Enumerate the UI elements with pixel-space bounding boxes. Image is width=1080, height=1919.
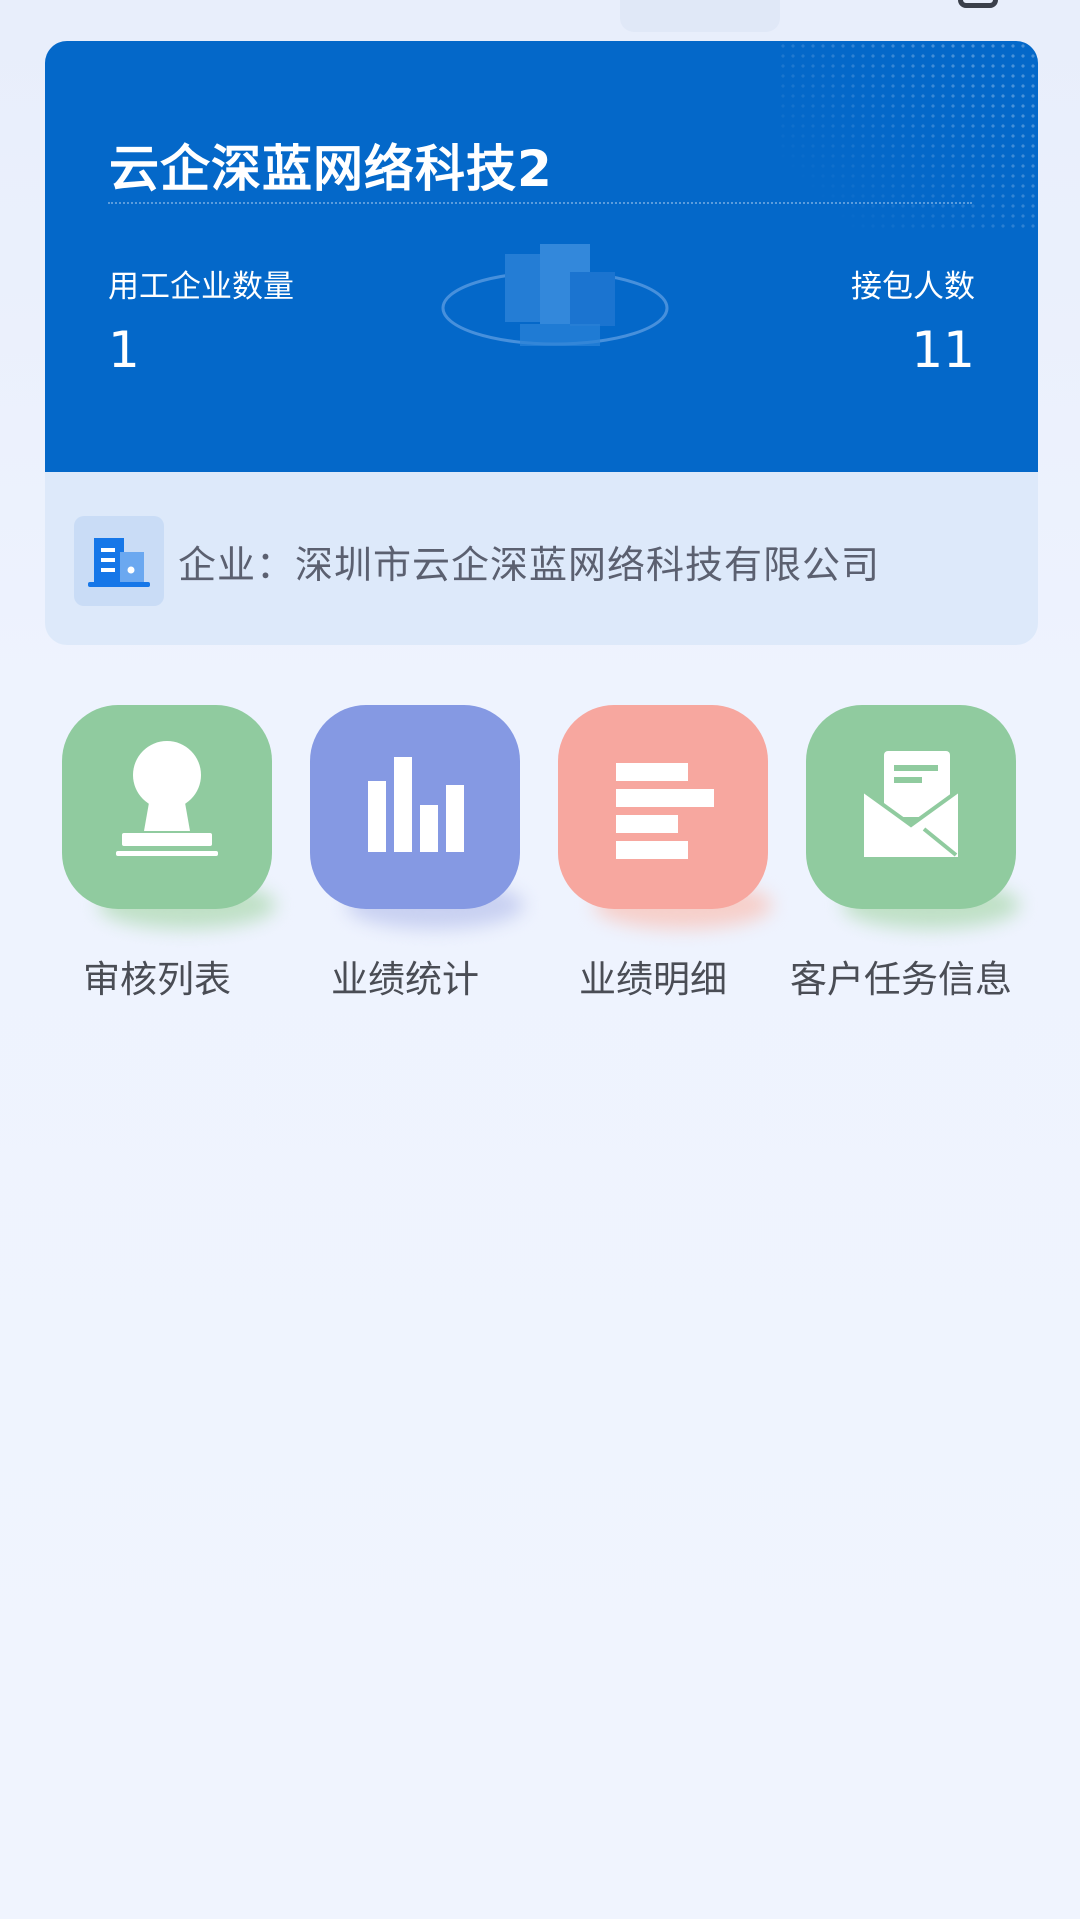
bar-chart-icon bbox=[310, 705, 520, 909]
list-bars-icon bbox=[558, 705, 768, 909]
title-divider bbox=[108, 202, 972, 204]
stamp-icon bbox=[62, 705, 272, 909]
employer-count-value: 1 bbox=[108, 321, 140, 379]
building-icon bbox=[74, 516, 164, 606]
menu-item-performance-stats[interactable]: 业绩统计 bbox=[290, 705, 530, 1005]
menu-label-review-list: 审核列表 bbox=[83, 958, 231, 1001]
company-title: 云企深蓝网络科技2 bbox=[109, 140, 553, 198]
header-decoration bbox=[620, 0, 780, 32]
menu-label-performance-details: 业绩明细 bbox=[579, 958, 727, 1001]
menu-label-customer-task-info: 客户任务信息 bbox=[790, 958, 1012, 1001]
employer-count-label: 用工企业数量 bbox=[108, 269, 294, 305]
contractor-count-label: 接包人数 bbox=[851, 269, 975, 305]
menu-item-customer-task-info[interactable]: 客户任务信息 bbox=[786, 705, 1026, 1005]
menu-item-performance-details[interactable]: 业绩明细 bbox=[538, 705, 778, 1005]
envelope-icon bbox=[806, 705, 1016, 909]
building-illustration-icon bbox=[441, 244, 669, 346]
menu-item-review-list[interactable]: 审核列表 bbox=[42, 705, 282, 1005]
menu-label-performance-stats: 业绩统计 bbox=[331, 958, 479, 1001]
company-card: 云企深蓝网络科技2 用工企业数量 1 接包人数 11 企业：深圳市云企深蓝网络科… bbox=[45, 41, 1038, 645]
top-corner-icon[interactable] bbox=[958, 0, 998, 8]
contractor-count-value: 11 bbox=[911, 321, 975, 379]
company-card-header: 云企深蓝网络科技2 用工企业数量 1 接包人数 11 bbox=[45, 41, 1038, 472]
company-name: 企业：深圳市云企深蓝网络科技有限公司 bbox=[178, 543, 881, 587]
